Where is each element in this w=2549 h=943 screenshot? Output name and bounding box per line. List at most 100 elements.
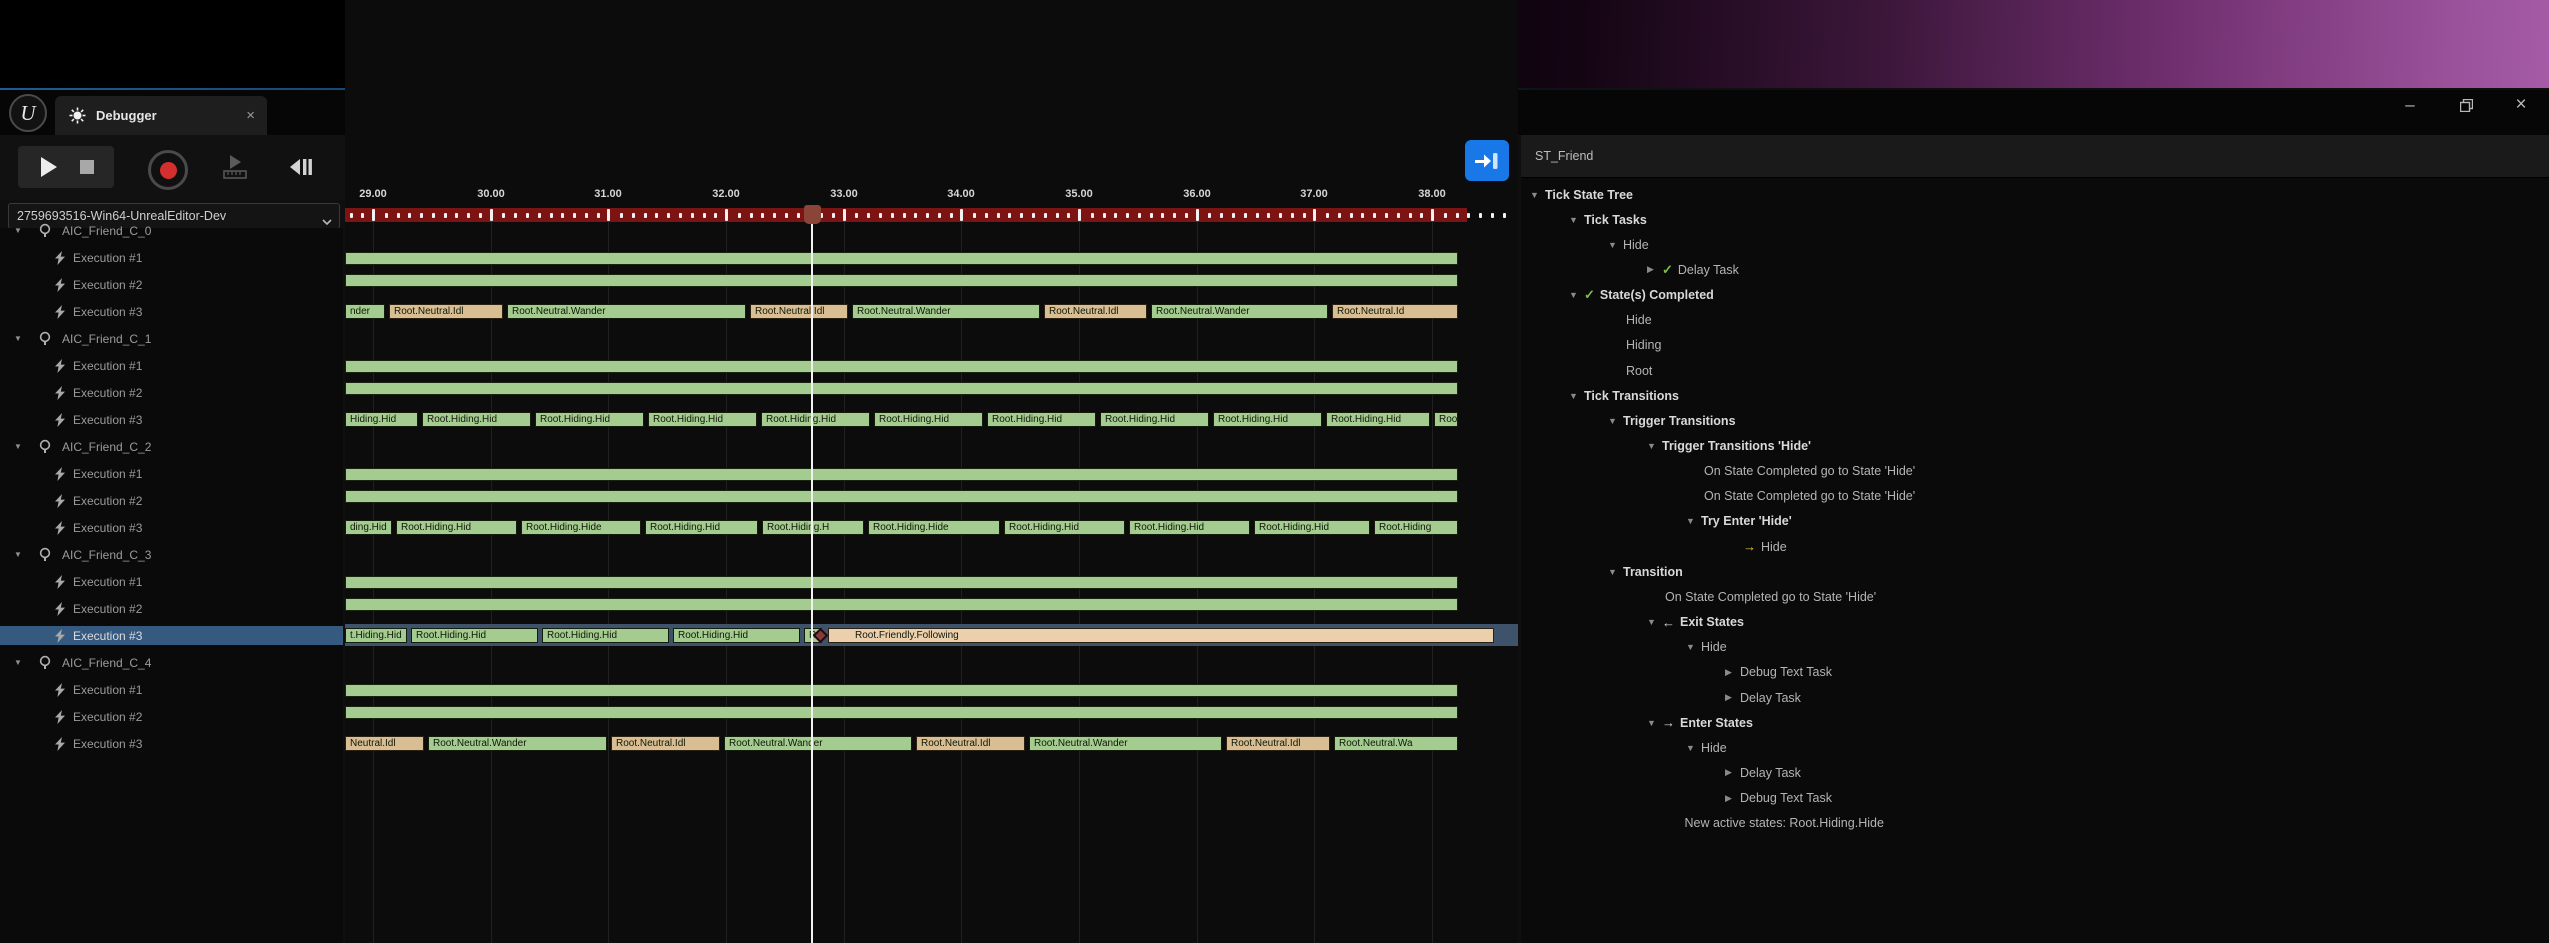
state-segment-nder[interactable]: nder: [345, 304, 385, 319]
sidebar-item-aic-friend-c-0[interactable]: ▼AIC_Friend_C_0: [0, 221, 343, 240]
record-button[interactable]: [148, 150, 188, 190]
chevron-down-icon[interactable]: ▼: [1686, 516, 1696, 526]
state-segment-root-hiding-hid[interactable]: Root.Hiding.Hid: [411, 628, 538, 643]
state-segment-root-neutral-wander[interactable]: Root.Neutral.Wander: [724, 736, 912, 751]
tree-row-state-s-completed[interactable]: ▼✓State(s) Completed: [1569, 283, 1714, 308]
chevron-down-icon[interactable]: ▼: [1608, 240, 1618, 250]
tab-close-icon[interactable]: ×: [246, 108, 255, 123]
timeline-panel[interactable]: 29.0030.0031.0032.0033.0034.0035.0036.00…: [345, 0, 1518, 943]
tree-row-delay-task[interactable]: ▶✓Delay Task: [1647, 257, 1739, 282]
tree-row-new-active-states-root-hiding-hide[interactable]: New active states: Root.Hiding.Hide: [1667, 811, 1884, 836]
state-segment-root-neutral-wander[interactable]: Root.Neutral.Wander: [852, 304, 1040, 319]
chevron-down-icon[interactable]: ▼: [1569, 215, 1579, 225]
state-segment-root-friendly-following[interactable]: Root.Friendly.Following: [828, 628, 1494, 643]
chevron-down-icon[interactable]: ▼: [14, 658, 22, 667]
sidebar-item-aic-friend-c-3-execution-3[interactable]: Execution #3: [0, 626, 343, 645]
skip-back-icon[interactable]: [283, 150, 317, 184]
chevron-down-icon[interactable]: ▼: [1530, 190, 1540, 200]
sidebar-item-aic-friend-c-0-execution-1[interactable]: Execution #1: [0, 248, 343, 267]
execution-activity-bar[interactable]: [345, 706, 1458, 719]
execution-activity-bar[interactable]: [345, 382, 1458, 395]
jump-to-latest-button[interactable]: [1465, 140, 1509, 181]
state-segment-root-hiding-h[interactable]: Root.Hiding.H: [762, 520, 864, 535]
sidebar-item-aic-friend-c-4[interactable]: ▼AIC_Friend_C_4: [0, 653, 343, 672]
playhead-line[interactable]: [811, 205, 813, 943]
chevron-down-icon[interactable]: ▼: [14, 226, 22, 235]
sidebar-item-aic-friend-c-1-execution-2[interactable]: Execution #2: [0, 383, 343, 402]
tree-row-trigger-transitions[interactable]: ▼Trigger Transitions: [1608, 408, 1736, 433]
state-segment-ding-hid[interactable]: ding.Hid: [345, 520, 392, 535]
state-segment-root-hiding-hid[interactable]: Root.Hiding.Hid: [987, 412, 1096, 427]
tree-row-hiding[interactable]: Hiding: [1608, 333, 1661, 358]
state-segment-root-neutral-wander[interactable]: Root.Neutral.Wander: [1029, 736, 1222, 751]
sidebar-item-aic-friend-c-0-execution-2[interactable]: Execution #2: [0, 275, 343, 294]
state-segment-root-hiding-hid[interactable]: Root.Hiding.Hid: [1254, 520, 1370, 535]
tree-row-tick-tasks[interactable]: ▼Tick Tasks: [1569, 207, 1647, 232]
state-segment-root-hiding-hid[interactable]: Root.Hiding.Hid: [422, 412, 531, 427]
play-over-ruler-icon[interactable]: [218, 150, 252, 184]
tree-row-root[interactable]: Root: [1608, 358, 1652, 383]
sidebar-item-aic-friend-c-2[interactable]: ▼AIC_Friend_C_2: [0, 437, 343, 456]
stop-icon[interactable]: [79, 159, 95, 175]
tab-debugger[interactable]: Debugger ×: [55, 96, 267, 135]
chevron-down-icon[interactable]: ▼: [1686, 642, 1696, 652]
state-segment-root-hiding-hide[interactable]: Root.Hiding.Hide: [521, 520, 641, 535]
chevron-down-icon[interactable]: ▼: [1647, 718, 1657, 728]
close-button[interactable]: ×: [2504, 92, 2538, 118]
chevron-down-icon[interactable]: ▼: [1647, 617, 1657, 627]
tree-row-transition[interactable]: ▼Transition: [1608, 559, 1683, 584]
state-segment-root-neutral-wander[interactable]: Root.Neutral.Wander: [1151, 304, 1328, 319]
state-segment-root-hiding-hid[interactable]: Root.Hiding.Hid: [535, 412, 644, 427]
restore-button[interactable]: [2449, 92, 2483, 118]
sidebar-item-aic-friend-c-1-execution-1[interactable]: Execution #1: [0, 356, 343, 375]
tree-row-try-enter-hide[interactable]: ▼Try Enter 'Hide': [1686, 509, 1792, 534]
tree-row-tick-state-tree[interactable]: ▼Tick State Tree: [1530, 182, 1633, 207]
sidebar-item-aic-friend-c-1[interactable]: ▼AIC_Friend_C_1: [0, 329, 343, 348]
tree-row-delay-task[interactable]: ▶Delay Task: [1725, 685, 1801, 710]
state-segment-root-hiding-hid[interactable]: Root.Hiding.Hid: [645, 520, 758, 535]
minimize-button[interactable]: –: [2393, 92, 2427, 118]
execution-activity-bar[interactable]: [345, 360, 1458, 373]
state-segment-root-neutral-idl[interactable]: Root.Neutral.Idl: [916, 736, 1025, 751]
sidebar-item-aic-friend-c-4-execution-1[interactable]: Execution #1: [0, 680, 343, 699]
tree-row-hide[interactable]: ▼Hide: [1608, 232, 1649, 257]
state-segment-root-hiding-hid[interactable]: Root.Hiding.Hid: [874, 412, 983, 427]
execution-activity-bar[interactable]: [345, 252, 1458, 265]
chevron-down-icon[interactable]: ▼: [1686, 743, 1696, 753]
state-segment-root-hiding[interactable]: Root.Hiding: [1374, 520, 1458, 535]
state-segment-root-neutral-wa[interactable]: Root.Neutral.Wa: [1334, 736, 1458, 751]
state-segment-neutral-idl[interactable]: Neutral.Idl: [345, 736, 424, 751]
state-segment-root-hiding-hid[interactable]: Root.Hiding.Hid: [396, 520, 517, 535]
state-segment-root-hiding-hid[interactable]: Root.Hiding.Hid: [1129, 520, 1250, 535]
tree-row-hide[interactable]: Hide: [1608, 308, 1652, 333]
chevron-down-icon[interactable]: ▼: [1569, 290, 1579, 300]
chevron-down-icon[interactable]: ▼: [1647, 441, 1657, 451]
sidebar-item-aic-friend-c-3[interactable]: ▼AIC_Friend_C_3: [0, 545, 343, 564]
execution-activity-bar[interactable]: [345, 576, 1458, 589]
state-segment-root-neutral-idl[interactable]: Root.Neutral.Idl: [1226, 736, 1330, 751]
execution-activity-bar[interactable]: [345, 490, 1458, 503]
state-segment-root-neutral-wander[interactable]: Root.Neutral.Wander: [428, 736, 607, 751]
state-segment-root-hiding-hid[interactable]: Root.Hiding.Hid: [648, 412, 757, 427]
state-segment-hiding-hid[interactable]: Hiding.Hid: [345, 412, 418, 427]
state-segment-root-hiding-hid[interactable]: Root.Hiding.Hid: [1004, 520, 1125, 535]
state-segment-root-hidin[interactable]: Root.Hidin: [1434, 412, 1458, 427]
tree-row-hide[interactable]: →Hide: [1725, 534, 1787, 559]
state-segment-root-hiding-hid[interactable]: Root.Hiding.Hid: [1326, 412, 1430, 427]
sidebar-item-aic-friend-c-2-execution-3[interactable]: Execution #3: [0, 518, 343, 537]
chevron-down-icon[interactable]: ▼: [1608, 567, 1618, 577]
state-segment-root-neutral-idl[interactable]: Root.Neutral.Idl: [611, 736, 720, 751]
playhead-scrubber[interactable]: [804, 205, 821, 224]
sidebar-item-aic-friend-c-0-execution-3[interactable]: Execution #3: [0, 302, 343, 321]
tree-row-debug-text-task[interactable]: ▶Debug Text Task: [1725, 660, 1832, 685]
tree-row-on-state-completed-go-to-state-hide[interactable]: On State Completed go to State 'Hide': [1686, 459, 1915, 484]
sidebar-item-aic-friend-c-4-execution-3[interactable]: Execution #3: [0, 734, 343, 753]
chevron-right-icon[interactable]: ▶: [1725, 692, 1735, 703]
execution-activity-bar[interactable]: [345, 598, 1458, 611]
state-segment-root-hiding-hid[interactable]: Root.Hiding.Hid: [542, 628, 669, 643]
sidebar-item-aic-friend-c-1-execution-3[interactable]: Execution #3: [0, 410, 343, 429]
chevron-down-icon[interactable]: ▼: [14, 442, 22, 451]
state-segment-root-hiding-hid[interactable]: Root.Hiding.Hid: [1100, 412, 1209, 427]
chevron-down-icon[interactable]: ▼: [14, 550, 22, 559]
sidebar-item-aic-friend-c-2-execution-1[interactable]: Execution #1: [0, 464, 343, 483]
